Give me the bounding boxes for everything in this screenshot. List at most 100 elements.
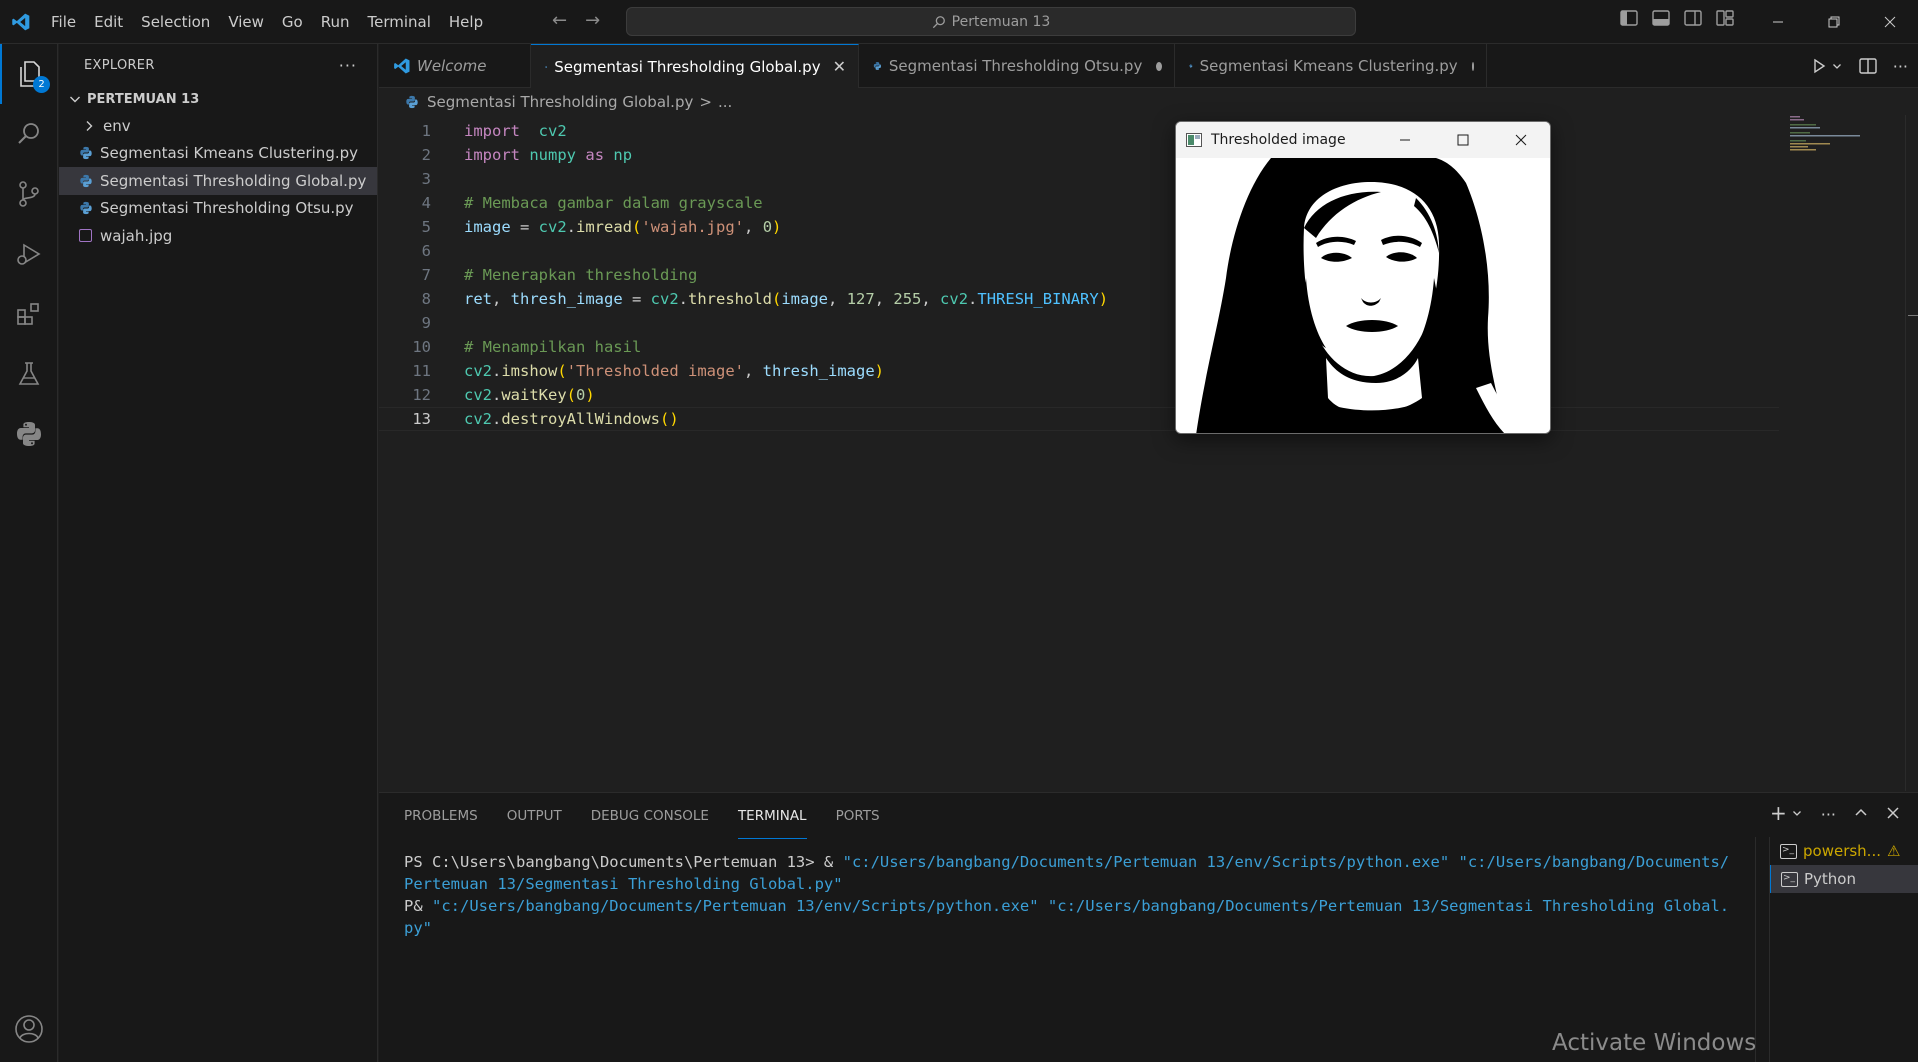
code-line[interactable]: 4 # Membaca gambar dalam grayscale xyxy=(379,191,1779,215)
menu-run[interactable]: Run xyxy=(312,0,359,44)
code-text: cv2.destroyAllWindows() xyxy=(464,410,679,428)
more-actions-icon[interactable]: ··· xyxy=(1893,57,1908,76)
minimap[interactable] xyxy=(1788,115,1868,155)
thresholded-face-image xyxy=(1176,158,1550,433)
code-text: import cv2 xyxy=(464,122,567,140)
tree-item-env[interactable]: env xyxy=(59,112,377,140)
menu-file[interactable]: File xyxy=(42,0,85,44)
editor-tabs: Welcome Segmentasi Thresholding Global.p… xyxy=(379,44,1918,88)
restore-icon[interactable] xyxy=(1806,0,1862,44)
code-token: 'Thresholded image' xyxy=(566,362,744,380)
forward-arrow-icon[interactable]: → xyxy=(585,10,600,31)
maximize-panel-icon[interactable] xyxy=(1854,805,1868,821)
terminal-dropdown-chevron-icon[interactable] xyxy=(1791,805,1803,821)
breadcrumb-file[interactable]: Segmentasi Thresholding Global.py xyxy=(427,93,693,111)
command-center-search[interactable]: Pertemuan 13 xyxy=(626,7,1356,36)
unsaved-dot-icon[interactable] xyxy=(1471,61,1474,71)
code-line[interactable]: 13 cv2.destroyAllWindows() xyxy=(379,407,1779,431)
folder-pertemuan-13[interactable]: PERTEMUAN 13 xyxy=(59,86,377,112)
toggle-primary-sidebar-icon[interactable] xyxy=(1620,10,1638,26)
explorer-icon[interactable]: 2 xyxy=(0,44,58,104)
tab-output[interactable]: OUTPUT xyxy=(507,793,562,839)
source-control-icon[interactable] xyxy=(0,164,58,224)
menu-view[interactable]: View xyxy=(219,0,273,44)
code-line[interactable]: 8 ret, thresh_image = cv2.threshold(image… xyxy=(379,287,1779,311)
menu-edit[interactable]: Edit xyxy=(85,0,132,44)
maximize-icon[interactable] xyxy=(1434,122,1492,158)
editor-scrollbar[interactable] xyxy=(1905,115,1918,791)
run-dropdown-chevron-icon[interactable] xyxy=(1831,60,1843,72)
tab-close-icon[interactable]: ✕ xyxy=(833,57,846,76)
customize-layout-icon[interactable] xyxy=(1716,10,1734,26)
tab-ports[interactable]: PORTS xyxy=(836,793,880,839)
menu-go[interactable]: Go xyxy=(273,0,312,44)
python-icon[interactable] xyxy=(0,404,58,464)
line-number: 3 xyxy=(421,170,431,188)
run-debug-icon[interactable] xyxy=(0,224,58,284)
code-token: cv2 xyxy=(538,122,567,140)
code-token: = xyxy=(622,290,651,308)
search-icon[interactable] xyxy=(0,104,58,164)
minimize-icon[interactable] xyxy=(1376,122,1434,158)
terminal-item-powershell[interactable]: >_ powersh... ⚠ xyxy=(1770,837,1918,865)
code-editor[interactable]: 1 import cv2 2 import numpy as np 3 4 # Membac… xyxy=(379,115,1905,791)
code-line[interactable]: 1 import cv2 xyxy=(379,119,1779,143)
tree-item-thresholding-otsu[interactable]: Segmentasi Thresholding Otsu.py xyxy=(59,195,377,223)
terminal-exe-path: "c:/Users/bangbang/Documents/Pertemuan 1… xyxy=(432,897,1039,915)
line-number: 6 xyxy=(421,242,431,260)
code-token: ( xyxy=(632,218,642,236)
code-line[interactable]: 5 image = cv2.imread('wajah.jpg', 0) xyxy=(379,215,1779,239)
code-token: . xyxy=(492,386,502,404)
terminal-item-python[interactable]: >_ Python xyxy=(1770,865,1918,893)
menu-terminal[interactable]: Terminal xyxy=(359,0,440,44)
terminal-scrollbar[interactable] xyxy=(1755,837,1768,1062)
tab-welcome[interactable]: Welcome xyxy=(379,44,531,88)
code-token: # Menampilkan hasil xyxy=(464,338,642,356)
code-line[interactable]: 3 xyxy=(379,167,1779,191)
code-line[interactable]: 12 cv2.waitKey(0) xyxy=(379,383,1779,407)
code-line[interactable]: 11 cv2.imshow('Thresholded image', thresh… xyxy=(379,359,1779,383)
code-text: image = cv2.imread('wajah.jpg', 0) xyxy=(464,218,781,236)
code-text: # Menerapkan thresholding xyxy=(464,266,697,284)
more-actions-icon[interactable]: ··· xyxy=(1821,805,1836,824)
tab-thresholding-otsu[interactable]: Segmentasi Thresholding Otsu.py xyxy=(859,44,1175,88)
tab-thresholding-global[interactable]: Segmentasi Thresholding Global.py ✕ xyxy=(531,44,859,88)
code-line[interactable]: 10 # Menampilkan hasil xyxy=(379,335,1779,359)
code-token: . xyxy=(968,290,978,308)
back-arrow-icon[interactable]: ← xyxy=(552,10,567,31)
menu-help[interactable]: Help xyxy=(440,0,492,44)
menu-selection[interactable]: Selection xyxy=(132,0,219,44)
tab-problems[interactable]: PROBLEMS xyxy=(404,793,478,839)
toggle-panel-icon[interactable] xyxy=(1652,10,1670,26)
toggle-secondary-sidebar-icon[interactable] xyxy=(1684,10,1702,26)
minimize-icon[interactable] xyxy=(1750,0,1806,44)
split-editor-icon[interactable] xyxy=(1859,58,1877,74)
code-line[interactable]: 2 import numpy as np xyxy=(379,143,1779,167)
new-terminal-icon[interactable]: + xyxy=(1770,803,1787,824)
tree-item-kmeans[interactable]: Segmentasi Kmeans Clustering.py xyxy=(59,140,377,168)
code-token: thresh_image xyxy=(762,362,875,380)
run-python-file-icon[interactable] xyxy=(1811,58,1827,74)
tab-debug-console[interactable]: DEBUG CONSOLE xyxy=(591,793,709,839)
code-line[interactable]: 7 # Menerapkan thresholding xyxy=(379,263,1779,287)
line-number: 7 xyxy=(421,266,431,284)
extensions-icon[interactable] xyxy=(0,284,58,344)
tab-terminal[interactable]: TERMINAL xyxy=(737,793,807,839)
thresholded-image-window[interactable]: Thresholded image xyxy=(1175,121,1551,434)
tree-item-thresholding-global[interactable]: Segmentasi Thresholding Global.py xyxy=(59,167,377,195)
tree-item-wajah-jpg[interactable]: wajah.jpg xyxy=(59,222,377,250)
close-panel-icon[interactable] xyxy=(1886,805,1900,821)
close-icon[interactable] xyxy=(1492,122,1550,158)
tab-kmeans[interactable]: Segmentasi Kmeans Clustering.py xyxy=(1175,44,1487,88)
code-token: cv2 xyxy=(464,362,492,380)
code-line[interactable]: 9 xyxy=(379,311,1779,335)
close-icon[interactable] xyxy=(1862,0,1918,44)
unsaved-dot-icon[interactable] xyxy=(1156,61,1162,71)
breadcrumb-symbols[interactable]: ... xyxy=(718,93,732,111)
testing-icon[interactable] xyxy=(0,344,58,404)
code-line[interactable]: 6 xyxy=(379,239,1779,263)
image-window-titlebar[interactable]: Thresholded image xyxy=(1176,122,1550,158)
account-icon[interactable] xyxy=(0,1006,58,1052)
terminal-output[interactable]: PS C:\Users\bangbang\Documents\Pertemuan… xyxy=(404,851,1734,939)
more-actions-icon[interactable]: ··· xyxy=(339,56,357,75)
